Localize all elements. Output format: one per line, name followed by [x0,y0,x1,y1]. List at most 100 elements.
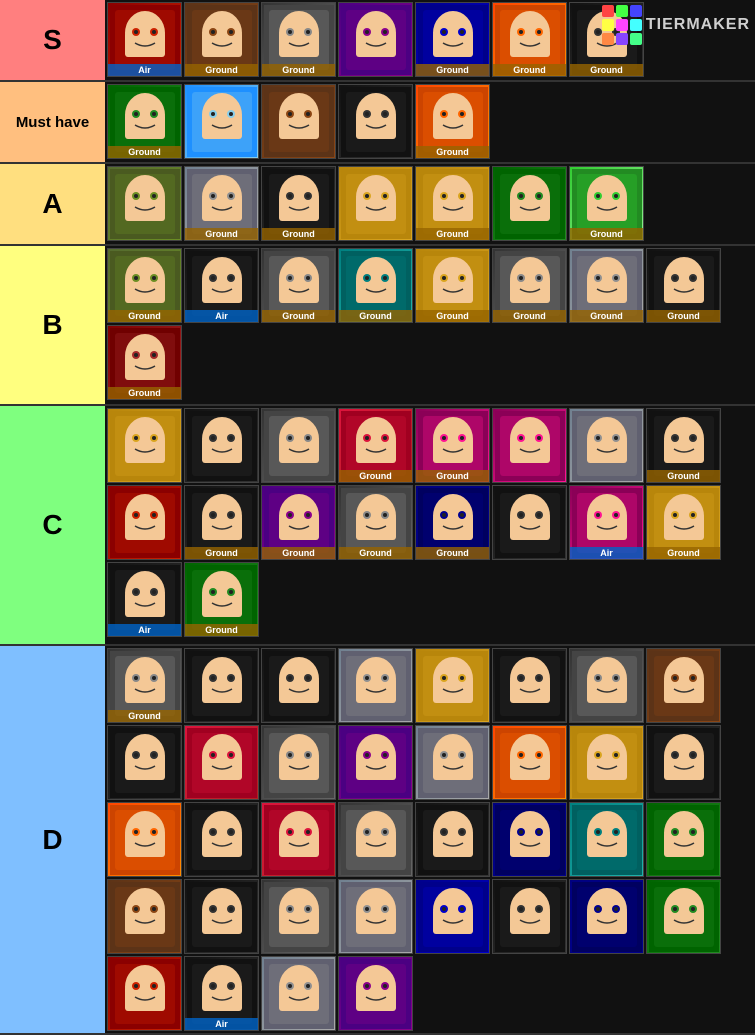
character-card[interactable]: Ground [261,485,336,560]
character-card[interactable] [646,648,721,723]
tier-row-c: C [0,406,755,646]
character-card[interactable] [184,879,259,954]
character-card[interactable] [107,166,182,241]
character-card[interactable]: Ground [261,248,336,323]
character-card[interactable] [415,648,490,723]
character-card[interactable]: Ground [646,248,721,323]
character-card[interactable] [184,84,259,159]
character-card[interactable]: Ground [338,248,413,323]
tier-list-container: S Air Ground [0,0,755,1035]
character-card[interactable]: Ground [338,408,413,483]
character-card[interactable] [261,84,336,159]
character-card[interactable] [415,725,490,800]
character-card[interactable] [338,2,413,77]
character-card[interactable] [492,725,567,800]
character-card[interactable] [338,166,413,241]
character-card[interactable] [261,802,336,877]
logo-cell [630,33,642,45]
character-card[interactable]: Ground [415,84,490,159]
character-card[interactable] [184,408,259,483]
character-card[interactable]: Ground [569,248,644,323]
character-card[interactable] [569,648,644,723]
character-card[interactable] [415,802,490,877]
character-card[interactable] [107,956,182,1031]
character-label: Ground [108,146,181,158]
character-label: Ground [570,228,643,240]
character-card[interactable]: Ground [415,2,490,77]
character-card[interactable] [107,485,182,560]
logo-cell [616,33,628,45]
character-card[interactable] [569,408,644,483]
tier-content-b: Ground Air Ground [105,246,755,404]
character-card[interactable]: Air [107,562,182,637]
character-card[interactable] [338,879,413,954]
character-card[interactable]: Ground [415,166,490,241]
character-card[interactable]: Ground [184,166,259,241]
tier-content-must: Ground [105,82,755,162]
character-card[interactable] [569,725,644,800]
character-card[interactable]: Air [569,485,644,560]
character-card[interactable] [261,725,336,800]
character-card[interactable] [261,879,336,954]
character-card[interactable]: Ground [107,248,182,323]
character-card[interactable]: Ground [492,248,567,323]
character-card[interactable] [338,648,413,723]
character-card[interactable] [569,802,644,877]
character-card[interactable] [338,802,413,877]
character-card[interactable]: Ground [646,408,721,483]
character-card[interactable]: Ground [107,84,182,159]
character-card[interactable] [646,879,721,954]
character-card[interactable] [107,725,182,800]
character-card[interactable] [184,725,259,800]
character-card[interactable]: Ground [569,166,644,241]
character-card[interactable]: Air [184,956,259,1031]
tier-label-a: A [0,164,105,244]
character-card[interactable] [646,802,721,877]
character-card[interactable] [338,956,413,1031]
character-card[interactable] [415,879,490,954]
character-card[interactable]: Air [107,2,182,77]
character-card[interactable]: Ground [261,2,336,77]
character-card[interactable] [492,648,567,723]
character-card[interactable] [492,166,567,241]
character-label: Ground [416,64,489,76]
character-label: Air [108,64,181,76]
character-card[interactable] [492,879,567,954]
character-card[interactable] [569,879,644,954]
tier-label-b: B [0,246,105,404]
character-card[interactable] [338,84,413,159]
character-card[interactable] [492,485,567,560]
character-card[interactable]: Ground [646,485,721,560]
character-card[interactable]: Ground [184,2,259,77]
character-card[interactable] [261,956,336,1031]
character-label: Air [570,547,643,559]
character-card[interactable]: Ground [107,648,182,723]
character-card[interactable]: Ground [415,248,490,323]
character-card[interactable]: Ground [261,166,336,241]
character-card[interactable] [107,802,182,877]
tier-row-s: S Air Ground [0,0,755,82]
character-card[interactable]: Ground [184,485,259,560]
character-card[interactable]: Ground [415,485,490,560]
character-card[interactable]: Air [184,248,259,323]
character-card[interactable] [338,725,413,800]
character-card[interactable] [261,408,336,483]
character-card[interactable] [184,802,259,877]
character-card[interactable] [107,408,182,483]
character-label: Ground [416,547,489,559]
character-label: Ground [647,470,720,482]
character-label: Ground [108,710,181,722]
character-card[interactable] [646,725,721,800]
character-label: Ground [339,310,412,322]
character-card[interactable]: Ground [184,562,259,637]
character-card[interactable]: Ground [415,408,490,483]
character-card[interactable] [492,408,567,483]
character-label: Ground [339,470,412,482]
character-card[interactable]: Ground [107,325,182,400]
character-card[interactable] [261,648,336,723]
character-card[interactable]: Ground [338,485,413,560]
character-card[interactable] [107,879,182,954]
character-card[interactable] [184,648,259,723]
character-card[interactable] [492,802,567,877]
character-card[interactable]: Ground [492,2,567,77]
